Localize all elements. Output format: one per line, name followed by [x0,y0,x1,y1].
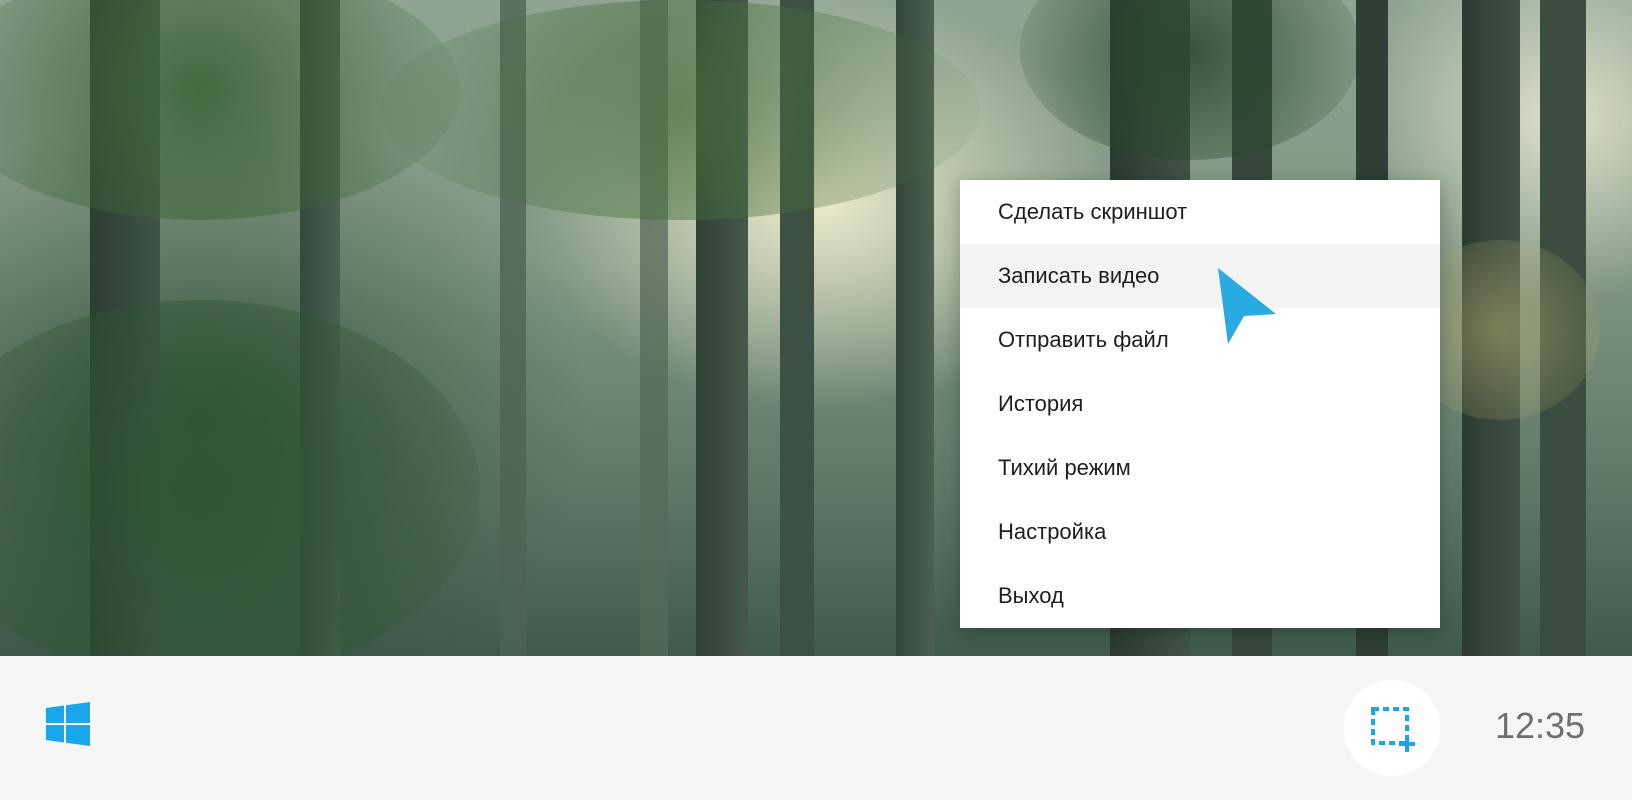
menu-item-silent-mode[interactable]: Тихий режим [960,436,1440,500]
foliage [0,300,480,656]
context-menu: Сделать скриншот Записать видео Отправит… [960,180,1440,628]
screenshot-app-tray-button[interactable] [1344,680,1440,776]
pointer-arrow-icon [1218,268,1276,344]
taskbar-clock[interactable]: 12:35 [1470,704,1610,748]
screenshot-selection-icon [1371,707,1415,752]
menu-item-send-file[interactable]: Отправить файл [960,308,1440,372]
foliage [380,0,980,220]
menu-item-history[interactable]: История [960,372,1440,436]
menu-item-exit[interactable]: Выход [960,564,1440,628]
menu-item-record-video[interactable]: Записать видео [960,244,1440,308]
menu-item-take-screenshot[interactable]: Сделать скриншот [960,180,1440,244]
taskbar: 12:35 [0,656,1632,800]
windows-logo-icon[interactable] [46,702,90,746]
menu-item-settings[interactable]: Настройка [960,500,1440,564]
foliage [1020,0,1360,160]
